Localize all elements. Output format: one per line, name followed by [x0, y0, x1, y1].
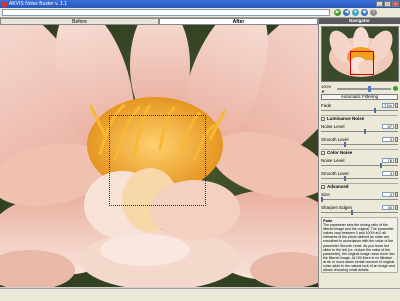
color-smooth-level-value[interactable]: 3 — [382, 170, 394, 176]
size-slider-thumb[interactable] — [321, 197, 323, 202]
color-noise-section[interactable]: − Color Noise — [321, 149, 398, 155]
zoom-control: 100% ▼ — [321, 84, 398, 94]
tab-before[interactable]: Before — [0, 18, 159, 25]
window-title: AKVIS Noise Buster v. 1.1 — [9, 1, 67, 7]
luminance-smooth-level-slider[interactable] — [321, 142, 398, 147]
luminance-smooth-level-label: Smooth Level — [321, 136, 349, 142]
size-slider[interactable] — [321, 197, 398, 202]
navigator-viewport-rect[interactable] — [350, 51, 374, 75]
color-noise-level-row: Noise Level 78 — [321, 157, 398, 163]
close-button[interactable]: × — [392, 1, 399, 7]
sharpen-edges-thumb[interactable] — [351, 210, 353, 215]
fade-slider-thumb[interactable] — [374, 108, 376, 113]
sharpen-edges-row: Sharpen Edges 40 — [321, 204, 398, 210]
collapse-icon[interactable]: − — [321, 116, 325, 121]
color-noise-level-spinner[interactable] — [395, 157, 398, 163]
luminance-noise-level-slider[interactable] — [321, 129, 398, 134]
sharpen-edges-value[interactable]: 40 — [382, 204, 394, 210]
color-noise-title: Color Noise — [327, 150, 353, 155]
help-text-box: Fade The parameter sets the mixing ratio… — [321, 217, 398, 273]
image-canvas[interactable] — [0, 25, 318, 287]
sharpen-edges-label: Sharpen Edges — [321, 204, 353, 210]
color-noise-level-label: Noise Level — [321, 157, 345, 163]
save-icon[interactable]: ● — [352, 9, 359, 16]
collapse-icon[interactable]: − — [321, 150, 325, 155]
color-noise-level-thumb[interactable] — [380, 163, 382, 168]
color-smooth-level-row: Smooth Level 3 — [321, 170, 398, 176]
sharpen-edges-slider[interactable] — [321, 210, 398, 215]
zoom-in-icon[interactable] — [393, 86, 398, 91]
luminance-noise-level-spinner[interactable] — [395, 123, 398, 129]
size-spinner[interactable] — [395, 191, 398, 197]
toolbar: ▶ ◀ ● ◆ ? — [0, 8, 400, 18]
color-noise-level-slider[interactable] — [321, 163, 398, 168]
help-body: The parameter sets the mixing ratio of t… — [323, 223, 395, 273]
app-icon — [2, 1, 7, 7]
luminance-noise-level-label: Noise Level — [321, 123, 345, 129]
selection-rectangle[interactable] — [109, 115, 206, 206]
luminance-noise-level-thumb[interactable] — [364, 129, 366, 134]
luminance-noise-level-row: Noise Level 57 — [321, 123, 398, 129]
zoom-slider[interactable] — [337, 85, 391, 92]
luminance-noise-level-value[interactable]: 57 — [382, 123, 394, 129]
fade-spinner[interactable] — [395, 102, 398, 108]
color-smooth-level-slider[interactable] — [321, 176, 398, 181]
advanced-title: Advanced — [327, 184, 349, 189]
advanced-section[interactable]: − Advanced — [321, 183, 398, 189]
navigator-preview[interactable] — [321, 26, 399, 82]
size-value[interactable]: 0 — [382, 191, 394, 197]
sharpen-edges-spinner[interactable] — [395, 204, 398, 210]
zoom-slider-thumb[interactable] — [368, 85, 371, 92]
settings-panel: Navigator 100% ▼ Automatic Filtering Fad… — [318, 18, 400, 288]
title-bar: AKVIS Noise Buster v. 1.1 _ □ × — [0, 0, 400, 8]
view-tabs: Before After — [0, 18, 318, 25]
status-bar — [0, 288, 400, 301]
size-label: Size — [321, 191, 330, 197]
fade-label: Fade — [321, 102, 332, 108]
run-icon[interactable]: ▶ — [334, 9, 341, 16]
fade-row: Fade 71% — [321, 102, 398, 108]
fade-slider[interactable] — [321, 108, 398, 113]
luminance-noise-section[interactable]: − Luminance Noise — [321, 115, 398, 121]
minimize-button[interactable]: _ — [376, 1, 383, 7]
color-noise-level-value[interactable]: 78 — [382, 157, 394, 163]
zoom-level-label[interactable]: 100% ▼ — [321, 84, 335, 94]
maximize-button[interactable]: □ — [384, 1, 391, 7]
luminance-smooth-level-value[interactable]: 3 — [382, 136, 394, 142]
color-smooth-level-label: Smooth Level — [321, 170, 349, 176]
luminance-smooth-level-spinner[interactable] — [395, 136, 398, 142]
luminance-smooth-level-row: Smooth Level 3 — [321, 136, 398, 142]
help-icon[interactable]: ? — [370, 9, 377, 16]
open-icon[interactable]: ◀ — [343, 9, 350, 16]
color-smooth-level-spinner[interactable] — [395, 170, 398, 176]
automatic-filtering-button[interactable]: Automatic Filtering — [321, 94, 398, 100]
file-path-combo[interactable] — [2, 9, 330, 16]
fade-value[interactable]: 71% — [382, 102, 394, 108]
color-smooth-level-thumb[interactable] — [344, 176, 346, 181]
collapse-icon[interactable]: − — [321, 184, 325, 189]
navigator-header: Navigator — [319, 18, 400, 24]
size-row: Size 0 — [321, 191, 398, 197]
luminance-noise-title: Luminance Noise — [327, 116, 365, 121]
luminance-smooth-level-thumb[interactable] — [344, 142, 346, 147]
settings-icon[interactable]: ◆ — [361, 9, 368, 16]
tab-after[interactable]: After — [159, 18, 318, 25]
